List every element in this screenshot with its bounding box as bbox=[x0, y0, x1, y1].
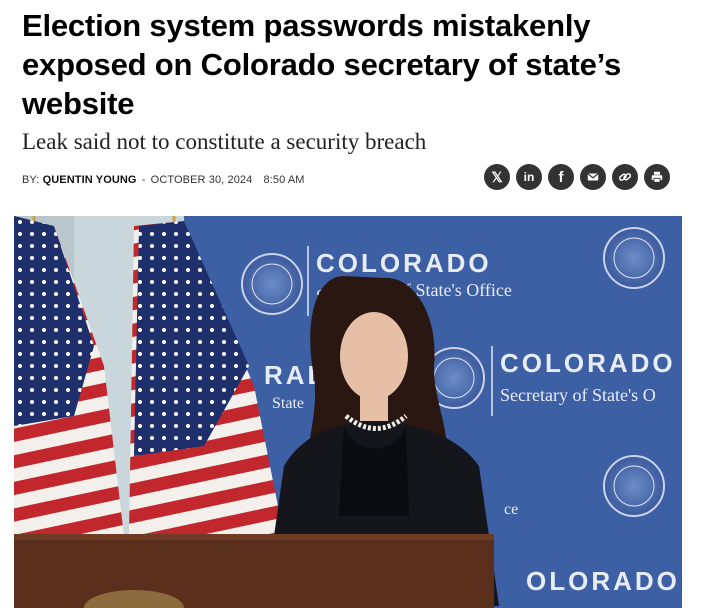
share-linkedin-button[interactable]: in bbox=[516, 164, 542, 190]
backdrop-text: Secretary of State's O bbox=[500, 385, 656, 405]
podium bbox=[14, 534, 494, 608]
article-photo: COLORADO Se of State's Office RAD State … bbox=[14, 216, 682, 608]
copy-link-button[interactable] bbox=[612, 164, 638, 190]
press-conference-image: COLORADO Se of State's Office RAD State … bbox=[14, 216, 682, 608]
share-facebook-button[interactable]: f bbox=[548, 164, 574, 190]
backdrop-text: ce bbox=[504, 501, 518, 518]
backdrop-text: COLORADO bbox=[500, 348, 676, 378]
facebook-icon: f bbox=[558, 168, 564, 186]
share-x-button[interactable]: 𝕏 bbox=[484, 164, 510, 190]
share-bar: 𝕏 in f bbox=[484, 164, 670, 190]
backdrop-text: COLORADO bbox=[316, 248, 492, 278]
byline: BY: QUENTIN YOUNG - OCTOBER 30, 2024 8:5… bbox=[22, 174, 305, 186]
byline-time: 8:50 AM bbox=[263, 174, 305, 186]
backdrop-text: OLORADO bbox=[526, 566, 680, 596]
linkedin-icon: in bbox=[523, 170, 535, 184]
byline-author-link[interactable]: QUENTIN YOUNG bbox=[43, 174, 137, 186]
x-icon: 𝕏 bbox=[491, 168, 503, 185]
article-headline: Election system passwords mistakenly exp… bbox=[22, 8, 621, 121]
backdrop-text: State bbox=[272, 395, 304, 412]
print-button[interactable] bbox=[644, 164, 670, 190]
byline-date: OCTOBER 30, 2024 bbox=[150, 174, 253, 186]
share-email-button[interactable] bbox=[580, 164, 606, 190]
article-subheadline: Leak said not to constitute a security b… bbox=[22, 129, 427, 154]
byline-prefix: BY: bbox=[22, 174, 40, 186]
byline-separator: - bbox=[141, 174, 146, 186]
email-icon bbox=[587, 173, 599, 181]
link-icon bbox=[618, 173, 632, 181]
print-icon bbox=[651, 171, 663, 183]
